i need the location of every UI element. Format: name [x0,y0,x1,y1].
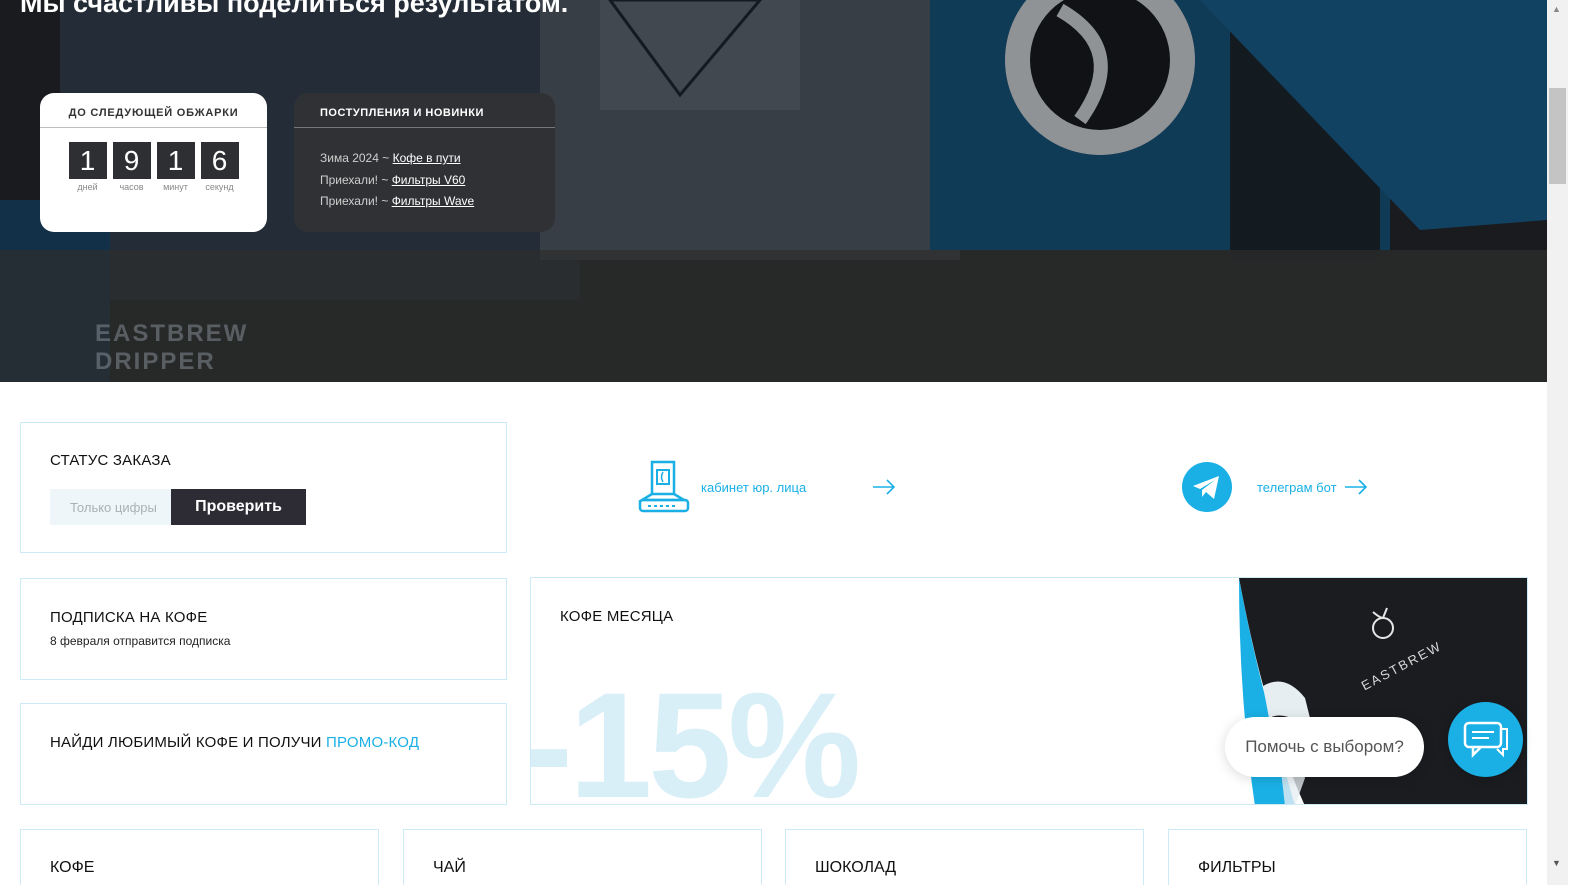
arrow-right-icon [873,479,896,495]
hero-watermark: EASTBREW DRIPPER [95,320,248,376]
promo-title-text: НАЙДИ ЛЮБИМЫЙ КОФЕ И ПОЛУЧИ [50,734,322,751]
coffee-subscription-box[interactable]: ПОДПИСКА НА КОФЕ 8 февраля отправится по… [20,578,507,680]
news-item-prefix: Зима 2024 ~ [320,151,390,165]
telegram-bot-link[interactable]: телеграм бот [1181,461,1368,513]
page: Мы счастливы поделиться результатом. EAS… [0,0,1584,885]
news-item-prefix: Приехали! ~ [320,194,389,208]
news-item: Приехали! ~ Фильтры Wave [320,191,555,213]
countdown-days: 1 дней [68,142,107,192]
discount-label: -15% [530,661,861,805]
hero-banner: Мы счастливы поделиться результатом. EAS… [0,0,1547,382]
news-item-link[interactable]: Фильтры V60 [392,173,466,187]
order-status-title: СТАТУС ЗАКАЗА [50,452,171,469]
news-card-title: ПОСТУПЛЕНИЯ И НОВИНКИ [294,93,555,128]
roast-countdown-title: ДО СЛЕДУЮЩЕЙ ОБЖАРКИ [40,93,267,128]
countdown-seconds-label: секунд [205,182,234,192]
coffee-machine-icon [638,460,690,513]
news-item: Приехали! ~ Фильтры V60 [320,170,555,192]
news-card: ПОСТУПЛЕНИЯ И НОВИНКИ Зима 2024 ~ Кофе в… [294,93,555,232]
order-number-input[interactable] [50,489,171,525]
telegram-bot-label: телеграм бот [1257,479,1337,495]
chat-prompt-bubble[interactable]: Помочь с выбором? [1225,717,1424,777]
telegram-icon [1182,462,1232,512]
chat-button[interactable] [1448,702,1523,777]
scroll-up-arrow-icon[interactable]: ▲ [1552,4,1561,14]
subscription-text: 8 февраля отправится подписка [50,634,231,648]
category-tea[interactable]: ЧАЙ [403,829,762,885]
watermark-line-2: DRIPPER [95,348,216,375]
page-scrollbar[interactable]: ▲ ▼ [1547,0,1568,885]
arrow-right-icon [1344,479,1367,495]
category-filters[interactable]: ФИЛЬТРЫ [1168,829,1527,885]
promo-code-box[interactable]: НАЙДИ ЛЮБИМЫЙ КОФЕ И ПОЛУЧИ ПРОМО-КОД [20,703,507,805]
chat-icon [1463,721,1508,758]
countdown-seconds-value: 6 [200,142,239,179]
roast-countdown-card: ДО СЛЕДУЮЩЕЙ ОБЖАРКИ 1 дней 9 часов 1 ми… [40,93,267,232]
order-status-box: СТАТУС ЗАКАЗА Проверить [20,422,507,553]
news-item-link[interactable]: Кофе в пути [393,151,461,165]
category-label: ФИЛЬТРЫ [1198,859,1276,876]
news-item-prefix: Приехали! ~ [320,172,389,187]
scroll-down-arrow-icon[interactable]: ▼ [1552,858,1561,868]
watermark-line-1: EASTBREW [95,320,249,347]
countdown-timer: 1 дней 9 часов 1 минут 6 секунд [40,142,267,192]
news-list: Зима 2024 ~ Кофе в пути Приехали! ~ Филь… [294,128,555,213]
news-item: Зима 2024 ~ Кофе в пути [320,148,555,170]
promo-code-accent: ПРОМО-КОД [326,734,420,751]
category-label: КОФЕ [50,859,95,876]
check-order-button[interactable]: Проверить [171,489,306,525]
category-label: ШОКОЛАД [815,859,897,876]
countdown-hours-label: часов [119,182,144,192]
countdown-minutes: 1 минут [156,142,195,192]
category-chocolate[interactable]: ШОКОЛАД [785,829,1144,885]
coffee-of-month-title: КОФЕ МЕСЯЦА [560,608,674,625]
countdown-days-value: 1 [68,142,107,179]
category-coffee[interactable]: КОФЕ [20,829,379,885]
countdown-minutes-value: 1 [156,142,195,179]
subscription-title: ПОДПИСКА НА КОФЕ [50,609,208,626]
category-label: ЧАЙ [433,859,466,876]
countdown-days-label: дней [77,182,98,192]
hero-heading: Мы счастливы поделиться результатом. [20,0,569,18]
promo-title: НАЙДИ ЛЮБИМЫЙ КОФЕ И ПОЛУЧИ ПРОМО-КОД [50,734,419,751]
scrollbar-thumb[interactable] [1549,88,1566,184]
news-item-link[interactable]: Фильтры Wave [392,194,475,208]
business-account-link[interactable]: кабинет юр. лица [638,460,896,514]
business-account-label: кабинет юр. лица [701,479,807,495]
countdown-minutes-label: минут [163,182,188,192]
countdown-hours-value: 9 [112,142,151,179]
countdown-seconds: 6 секунд [200,142,239,192]
countdown-hours: 9 часов [112,142,151,192]
